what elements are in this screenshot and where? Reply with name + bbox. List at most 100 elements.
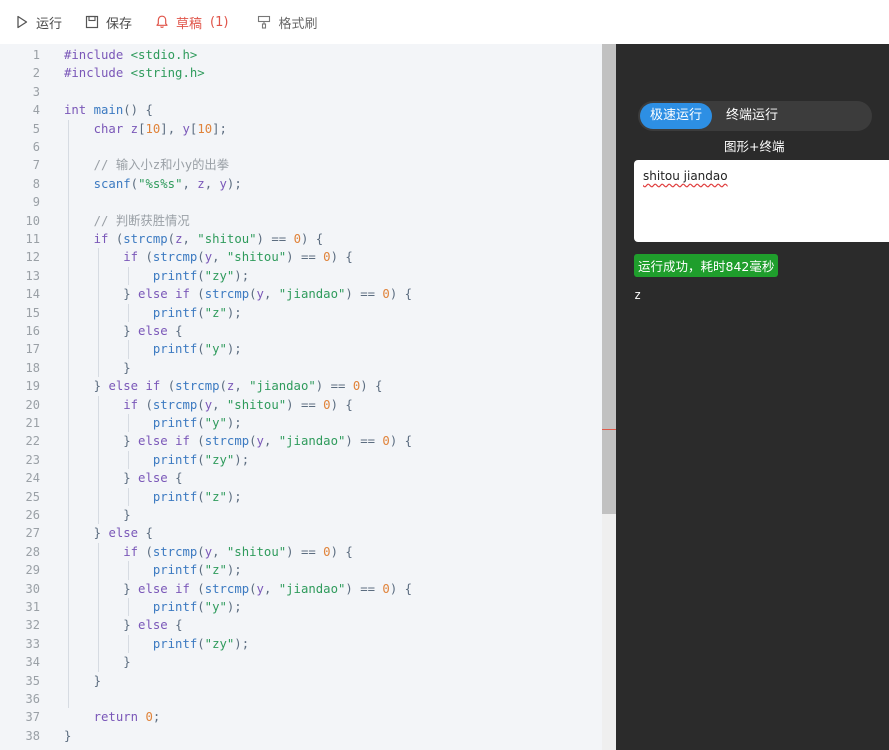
indent-guide <box>98 395 99 525</box>
line-number: 33 <box>25 636 40 651</box>
line-number: 25 <box>25 489 40 504</box>
code-line[interactable]: 36 <box>0 690 602 708</box>
code-text: } else if (strcmp(z, "jiandao") == 0) { <box>93 379 383 394</box>
run-label: 运行 <box>36 16 63 32</box>
code-text: } else if (strcmp(y, "jiandao") == 0) { <box>123 434 413 449</box>
code-line[interactable]: 3 <box>0 83 602 101</box>
code-line[interactable]: 25 printf("z"); <box>0 488 602 506</box>
code-text: } <box>93 673 102 688</box>
code-line[interactable]: 10 // 判断获胜情况 <box>0 212 602 230</box>
draft-label: 草稿 <box>176 16 203 32</box>
code-text: printf("y"); <box>152 416 242 430</box>
line-number: 30 <box>25 581 40 596</box>
line-number: 23 <box>25 452 40 467</box>
code-line[interactable]: 24 } else { <box>0 469 602 487</box>
code-text: printf("zy"); <box>152 636 250 651</box>
line-number: 20 <box>25 397 40 412</box>
code-text: printf("y"); <box>152 600 242 614</box>
line-number: 32 <box>25 618 40 633</box>
code-line[interactable]: 27 } else { <box>0 524 602 542</box>
run-status-badge: 运行成功，耗时842毫秒 <box>634 254 779 277</box>
code-line[interactable]: 31 printf("y"); <box>0 598 602 616</box>
code-line[interactable]: 29 printf("z"); <box>0 561 602 579</box>
line-number: 4 <box>32 103 40 118</box>
terminal-run-button[interactable]: 终端运行 <box>716 103 788 129</box>
fast-run-button[interactable]: 极速运行 <box>640 103 713 129</box>
code-line[interactable]: 33 printf("zy"); <box>0 635 602 653</box>
stdin-input[interactable]: shitou jiandao <box>634 160 889 242</box>
code-text: printf("y"); <box>152 342 242 357</box>
indent-guide <box>98 248 99 378</box>
code-line[interactable]: 7 // 输入小z和小y的出拳 <box>0 156 602 174</box>
code-text: } else { <box>93 526 153 541</box>
run-panel: 极速运行 终端运行 图形+终端 shitou jiandao 运行成功，耗时84… <box>616 44 889 750</box>
code-text: if (strcmp(y, "shitou") == 0) { <box>123 544 353 559</box>
code-text: printf("z"); <box>152 563 242 578</box>
code-line[interactable]: 32 } else { <box>0 616 602 634</box>
draft-count: (1) <box>210 14 229 30</box>
format-brush-button[interactable]: 格式刷 <box>256 13 317 32</box>
code-text: printf("z"); <box>152 305 242 320</box>
indent-guide <box>128 487 129 506</box>
code-line[interactable]: 37 return 0; <box>0 708 602 726</box>
code-line[interactable]: 34 } <box>0 653 602 671</box>
line-number: 12 <box>25 250 40 265</box>
code-line[interactable]: 18 } <box>0 359 602 377</box>
code-text: } else if (strcmp(y, "jiandao") == 0) { <box>123 287 413 302</box>
code-line[interactable]: 1 #include <stdio.h> <box>0 46 602 64</box>
code-line[interactable]: 12 if (strcmp(y, "shitou") == 0) { <box>0 248 602 266</box>
code-line[interactable]: 23 printf("zy"); <box>0 451 602 469</box>
code-text: if (strcmp(y, "shitou") == 0) { <box>123 397 353 412</box>
code-line[interactable]: 26 } <box>0 506 602 524</box>
code-line[interactable]: 4 int main() { <box>0 101 602 119</box>
line-number: 9 <box>32 195 40 210</box>
scrollbar-thumb[interactable] <box>602 44 616 514</box>
line-number: 7 <box>32 158 40 173</box>
save-icon <box>84 14 100 30</box>
save-button[interactable]: 保存 <box>84 13 132 32</box>
code-line[interactable]: 11 if (strcmp(z, "shitou") == 0) { <box>0 230 602 248</box>
code-line[interactable]: 35 } <box>0 672 602 690</box>
line-number: 37 <box>25 710 40 725</box>
code-line[interactable]: 5 char z[10], y[10]; <box>0 120 602 138</box>
code-line[interactable]: 22 } else if (strcmp(y, "jiandao") == 0)… <box>0 432 602 450</box>
line-number: 5 <box>32 121 40 136</box>
line-number: 15 <box>25 305 40 320</box>
line-number: 21 <box>25 416 40 430</box>
code-line[interactable]: 9 <box>0 193 602 211</box>
code-line[interactable]: 21 printf("y"); <box>0 414 602 432</box>
code-line[interactable]: 30 } else if (strcmp(y, "jiandao") == 0)… <box>0 580 602 598</box>
code-line[interactable]: 17 printf("y"); <box>0 340 602 358</box>
format-brush-icon <box>256 14 272 30</box>
code-line[interactable]: 8 scanf("%s%s", z, y); <box>0 175 602 193</box>
scrollbar-error-marker <box>602 429 616 430</box>
code-line[interactable]: 13 printf("zy"); <box>0 267 602 285</box>
bell-icon <box>154 14 170 30</box>
line-number: 11 <box>25 232 40 246</box>
line-number: 6 <box>32 140 40 154</box>
code-line[interactable]: 38} <box>0 727 602 745</box>
draft-button[interactable]: 草稿 (1) <box>154 13 228 32</box>
code-line[interactable]: 16 } else { <box>0 322 602 340</box>
code-line[interactable]: 2 #include <string.h> <box>0 64 602 82</box>
code-text: #include <stdio.h> <box>64 48 198 62</box>
code-line[interactable]: 6 <box>0 138 602 156</box>
run-button[interactable]: 运行 <box>14 13 62 32</box>
code-line[interactable]: 28 if (strcmp(y, "shitou") == 0) { <box>0 543 602 561</box>
indent-guide <box>128 561 129 580</box>
editor-scrollbar[interactable] <box>602 44 616 750</box>
line-number: 13 <box>25 268 40 283</box>
code-line[interactable]: 20 if (strcmp(y, "shitou") == 0) { <box>0 396 602 414</box>
code-text: printf("z"); <box>152 489 242 504</box>
play-icon <box>14 14 30 30</box>
code-editor[interactable]: 1 #include <stdio.h> 2 #include <string.h> 3… <box>0 44 602 750</box>
line-number: 19 <box>25 379 40 394</box>
code-line[interactable]: 19 } else if (strcmp(z, "jiandao") == 0)… <box>0 377 602 395</box>
run-mode-toggle[interactable]: 极速运行 终端运行 <box>638 101 872 131</box>
line-number: 28 <box>25 544 40 559</box>
indent-guide <box>128 340 129 359</box>
save-label: 保存 <box>106 16 133 32</box>
code-line[interactable]: 14 } else if (strcmp(y, "jiandao") == 0)… <box>0 285 602 303</box>
code-line[interactable]: 15 printf("z"); <box>0 304 602 322</box>
indent-guide <box>128 598 129 617</box>
